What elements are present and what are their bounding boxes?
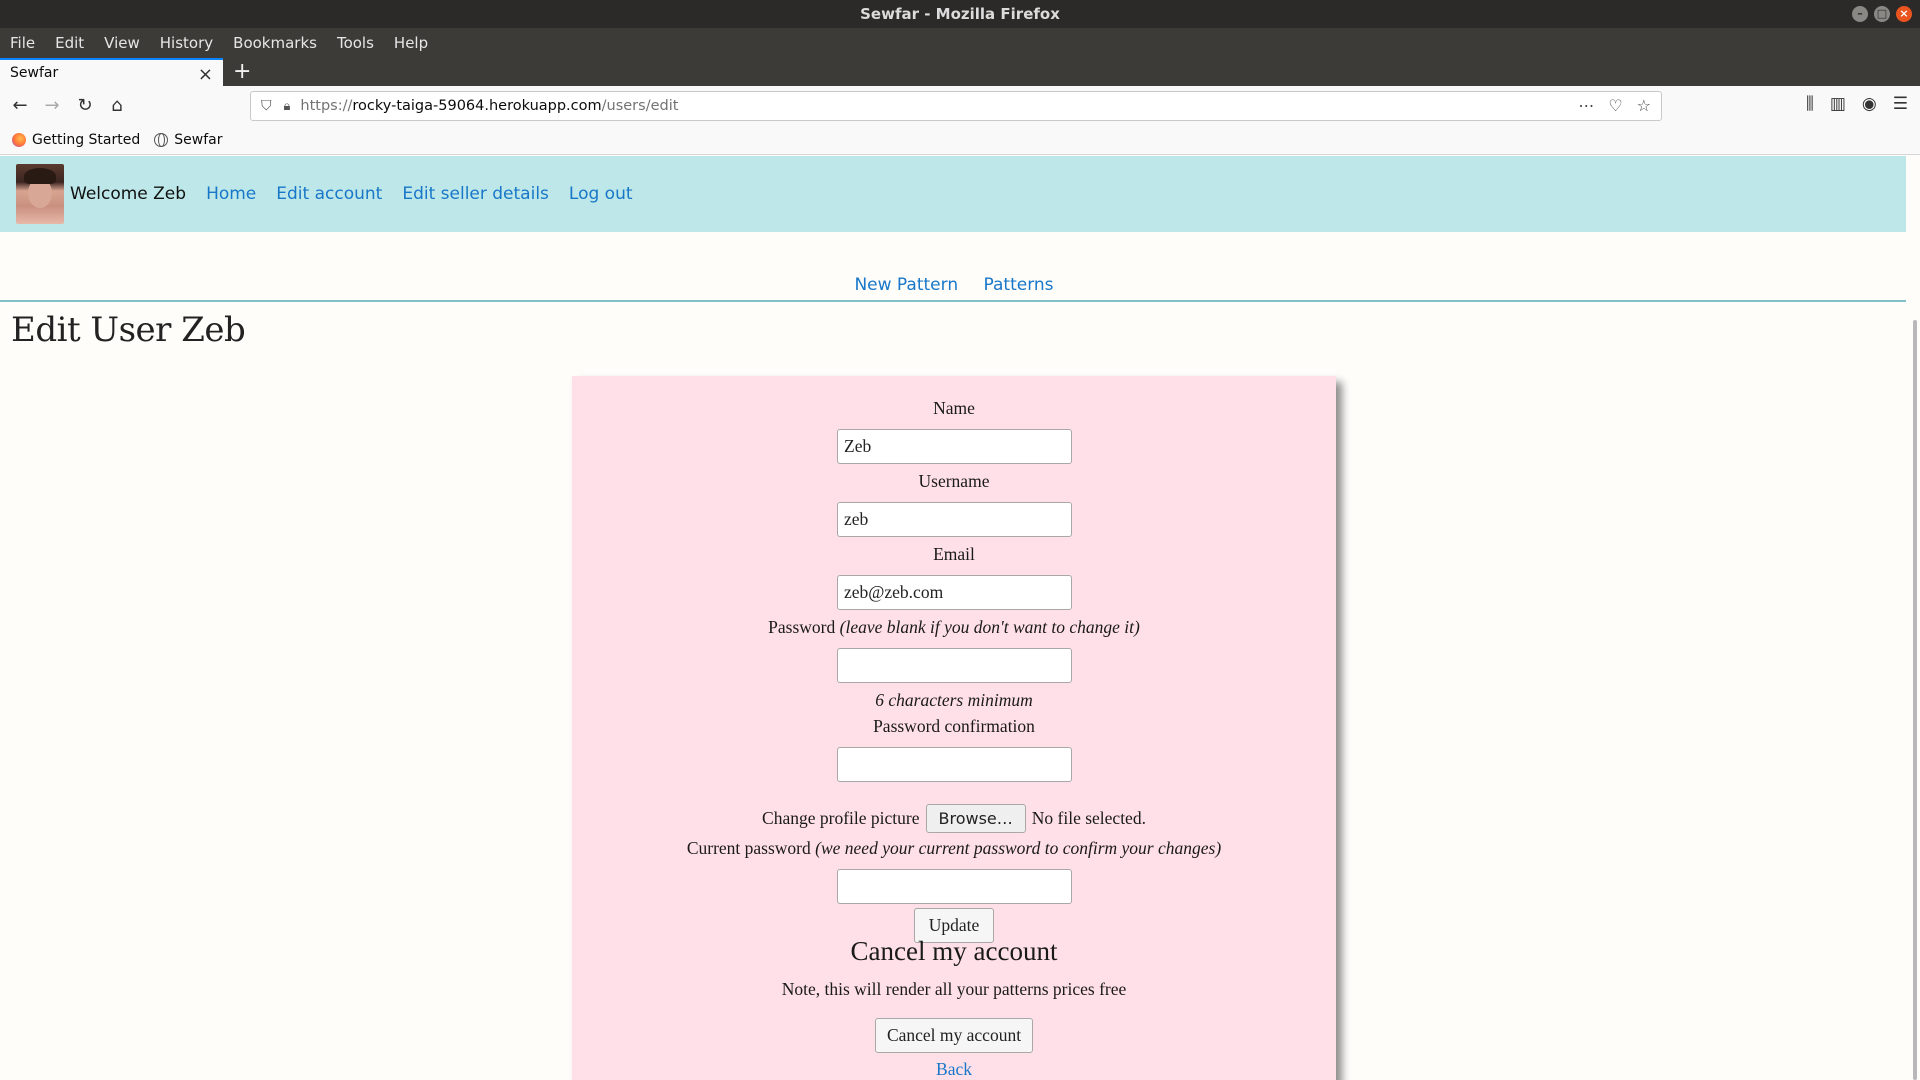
- window-controls: [1852, 6, 1912, 22]
- browse-button[interactable]: Browse…: [925, 804, 1026, 833]
- menu-file[interactable]: File: [10, 34, 35, 52]
- nav-link-home[interactable]: Home: [206, 184, 256, 204]
- url-scheme: https://: [300, 98, 353, 114]
- url-bar[interactable]: ⛉ 🔒︎ https://rocky-taiga-59064.herokuapp…: [250, 91, 1662, 121]
- current-password-field[interactable]: [837, 869, 1072, 904]
- cancel-account-heading: Cancel my account: [850, 936, 1058, 966]
- navigation-toolbar: ← → ↻ ⌂ ⛉ 🔒︎ https://rocky-taiga-59064.h…: [0, 86, 1920, 126]
- home-icon[interactable]: ⌂: [103, 94, 131, 118]
- cancel-account-button[interactable]: Cancel my account: [875, 1018, 1033, 1053]
- page-title: Edit User Zeb: [11, 310, 246, 350]
- welcome-text: Welcome Zeb: [70, 184, 187, 204]
- pocket-icon[interactable]: ♡: [1608, 96, 1622, 115]
- new-pattern-link[interactable]: New Pattern: [854, 275, 958, 295]
- email-field[interactable]: zeb@zeb.com: [837, 575, 1072, 610]
- name-field[interactable]: Zeb: [837, 429, 1072, 464]
- page-viewport: Welcome Zeb Home Edit account Edit selle…: [0, 155, 1920, 1080]
- menu-history[interactable]: History: [160, 34, 213, 52]
- password-min-hint: 6 characters minimum: [572, 690, 1336, 711]
- url-bar-actions: ⋯ ♡ ☆: [1578, 96, 1651, 115]
- patterns-link[interactable]: Patterns: [984, 275, 1054, 295]
- library-icon[interactable]: ⫼: [1806, 94, 1814, 114]
- window-title: Sewfar - Mozilla Firefox: [860, 5, 1060, 23]
- menu-bar: File Edit View History Bookmarks Tools H…: [0, 28, 1920, 58]
- no-file-text: No file selected.: [1031, 808, 1146, 828]
- hamburger-menu-icon[interactable]: ☰: [1893, 94, 1908, 114]
- nav-link-edit-seller-details[interactable]: Edit seller details: [402, 184, 549, 204]
- tab-bar: Sewfar × +: [0, 58, 1920, 86]
- close-tab-icon[interactable]: ×: [198, 64, 213, 85]
- nav-link-log-out[interactable]: Log out: [569, 184, 633, 204]
- back-link[interactable]: Back: [572, 1059, 1336, 1080]
- edit-user-form: Name Zeb Username zeb Email zeb@zeb.com …: [572, 376, 1336, 1080]
- password-confirmation-field[interactable]: [837, 747, 1072, 782]
- new-tab-icon[interactable]: +: [233, 59, 251, 84]
- reload-icon[interactable]: ↻: [71, 94, 99, 118]
- current-password-label: Current password: [686, 838, 811, 858]
- menu-view[interactable]: View: [104, 34, 140, 52]
- bookmark-label: Sewfar: [174, 132, 223, 148]
- current-password-label-row: Current password (we need your current p…: [572, 838, 1336, 859]
- pattern-subnav: New Pattern Patterns: [0, 275, 1908, 302]
- password-hint: (leave blank if you don't want to change…: [839, 617, 1140, 637]
- current-password-hint: (we need your current password to confir…: [815, 838, 1222, 858]
- tracking-shield-icon[interactable]: ⛉: [261, 98, 272, 114]
- minimize-icon[interactable]: [1852, 6, 1868, 22]
- tab-sewfar[interactable]: Sewfar ×: [0, 58, 223, 86]
- profile-picture-label: Change profile picture: [762, 808, 920, 828]
- site-navbar: Welcome Zeb Home Edit account Edit selle…: [0, 156, 1908, 232]
- password-confirmation-label: Password confirmation: [873, 716, 1035, 736]
- nav-link-edit-account[interactable]: Edit account: [276, 184, 382, 204]
- maximize-icon[interactable]: [1874, 6, 1890, 22]
- bookmarks-toolbar: Getting Started Sewfar: [0, 126, 1920, 155]
- toolbar-right: ⫼ ▥ ◉ ☰: [1806, 94, 1908, 114]
- lock-icon[interactable]: 🔒︎: [284, 99, 291, 114]
- email-label: Email: [933, 544, 975, 564]
- forward-icon[interactable]: →: [38, 94, 66, 118]
- back-icon[interactable]: ←: [6, 94, 34, 118]
- username-field[interactable]: zeb: [837, 502, 1072, 537]
- cancel-note: Note, this will render all your patterns…: [781, 979, 1127, 999]
- tab-title: Sewfar: [10, 65, 59, 81]
- url-path: /users/edit: [601, 98, 679, 114]
- username-label: Username: [918, 471, 990, 491]
- menu-tools[interactable]: Tools: [337, 34, 374, 52]
- page-scrollbar[interactable]: [1906, 155, 1920, 1080]
- bookmark-star-icon[interactable]: ☆: [1637, 96, 1651, 115]
- window-titlebar: Sewfar - Mozilla Firefox: [0, 0, 1920, 28]
- globe-icon: [154, 133, 169, 147]
- close-window-icon[interactable]: [1896, 6, 1912, 22]
- menu-bookmarks[interactable]: Bookmarks: [233, 34, 317, 52]
- scrollbar-thumb[interactable]: [1913, 320, 1917, 1080]
- bookmark-getting-started[interactable]: Getting Started: [12, 132, 140, 148]
- bookmark-label: Getting Started: [32, 132, 141, 148]
- menu-edit[interactable]: Edit: [55, 34, 84, 52]
- url-host: rocky-taiga-59064.herokuapp.com: [352, 98, 602, 114]
- page-actions-icon[interactable]: ⋯: [1578, 96, 1594, 115]
- firefox-icon: [12, 133, 26, 147]
- name-label: Name: [933, 398, 975, 418]
- password-label-row: Password (leave blank if you don't want …: [572, 617, 1336, 638]
- bookmark-sewfar[interactable]: Sewfar: [154, 132, 222, 148]
- avatar: [16, 164, 64, 224]
- sidebar-icon[interactable]: ▥: [1830, 94, 1846, 114]
- menu-help[interactable]: Help: [394, 34, 428, 52]
- account-icon[interactable]: ◉: [1862, 94, 1877, 114]
- profile-picture-row: Change profile picture Browse… No file s…: [572, 804, 1336, 833]
- password-field[interactable]: [837, 648, 1072, 683]
- password-label: Password: [768, 617, 836, 637]
- password-min-text: 6 characters minimum: [875, 690, 1033, 710]
